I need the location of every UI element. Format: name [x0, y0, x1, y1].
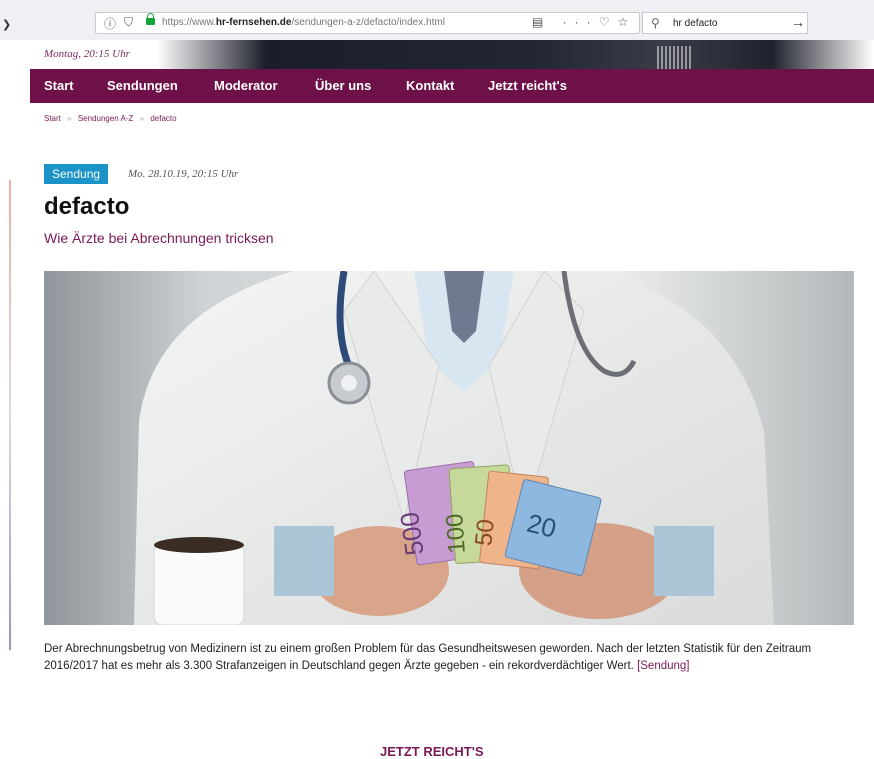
url-text[interactable]: https://www.hr-fernsehen.de/sendungen-a-… — [162, 17, 445, 28]
banknote-100: 100 — [441, 513, 471, 555]
reader-view-icon[interactable]: ▤ — [532, 15, 551, 29]
category-badge[interactable]: Sendung — [44, 164, 109, 184]
sidebar-toggle-icon[interactable]: ❯ — [2, 18, 11, 31]
nav-item-kontakt[interactable]: Kontakt — [406, 78, 454, 93]
bookmark-star-icon[interactable]: ☆ — [617, 15, 636, 29]
doctor-with-money-illustration: 500 100 50 20 — [44, 271, 854, 625]
breadcrumb-separator: » — [67, 114, 72, 123]
air-date: Mo. 28.10.19, 20:15 Uhr — [128, 168, 239, 180]
left-accent-line — [9, 180, 11, 650]
search-input[interactable]: hr defacto — [673, 18, 717, 29]
nav-item-moderator[interactable]: Moderator — [214, 78, 278, 93]
nav-item-jetzt-reichts[interactable]: Jetzt reicht's — [488, 78, 567, 93]
address-bar[interactable]: ⓘ ⛉ https://www.hr-fernsehen.de/sendunge… — [95, 12, 640, 34]
info-icon[interactable]: ⓘ — [104, 15, 116, 32]
breadcrumb: Start » Sendungen A-Z » defacto — [44, 114, 181, 123]
sendung-link[interactable]: [Sendung] — [637, 660, 689, 672]
breadcrumb-current: defacto — [150, 114, 177, 123]
browser-toolbar: ❯ ⓘ ⛉ https://www.hr-fernsehen.de/sendun… — [0, 0, 874, 40]
left-margin — [0, 40, 30, 756]
breadcrumb-start[interactable]: Start — [44, 114, 61, 123]
nav-item-sendungen[interactable]: Sendungen — [107, 78, 178, 93]
article-teaser: Der Abrechnungsbetrug von Medizinern ist… — [44, 641, 834, 675]
breadcrumb-sendungen-a-z[interactable]: Sendungen A-Z — [78, 114, 134, 123]
tracking-shield-icon[interactable]: ⛉ — [124, 15, 133, 30]
page-actions: ▤ ···♡☆ — [532, 15, 636, 29]
breadcrumb-separator: » — [139, 114, 145, 123]
main-navigation: Start Sendungen Moderator Über uns Konta… — [30, 69, 874, 103]
search-icon: ⚲ — [651, 16, 660, 30]
teaser-text: Der Abrechnungsbetrug von Medizinern ist… — [44, 643, 812, 672]
nav-item-ueber-uns[interactable]: Über uns — [315, 78, 371, 93]
banknote-50: 50 — [470, 518, 500, 547]
header-banner: Montag, 20:15 Uhr — [30, 40, 874, 69]
banner-image — [657, 46, 691, 69]
nav-item-start[interactable]: Start — [44, 78, 74, 93]
page-title: defacto — [44, 193, 130, 220]
banknote-500: 500 — [394, 510, 430, 557]
hero-image: 500 100 50 20 — [44, 271, 854, 625]
search-go-icon[interactable]: → — [791, 14, 805, 30]
search-bar[interactable]: ⚲ hr defacto → — [642, 12, 808, 34]
page-subtitle: Wie Ärzte bei Abrechnungen tricksen — [44, 230, 274, 246]
more-actions-icon[interactable]: ··· — [563, 15, 599, 29]
pocket-icon[interactable]: ♡ — [599, 15, 618, 29]
section-heading-jetzt-reichts: JETZT REICHT'S — [380, 744, 484, 759]
lock-icon[interactable] — [146, 13, 155, 25]
broadcast-time: Montag, 20:15 Uhr — [44, 48, 130, 60]
